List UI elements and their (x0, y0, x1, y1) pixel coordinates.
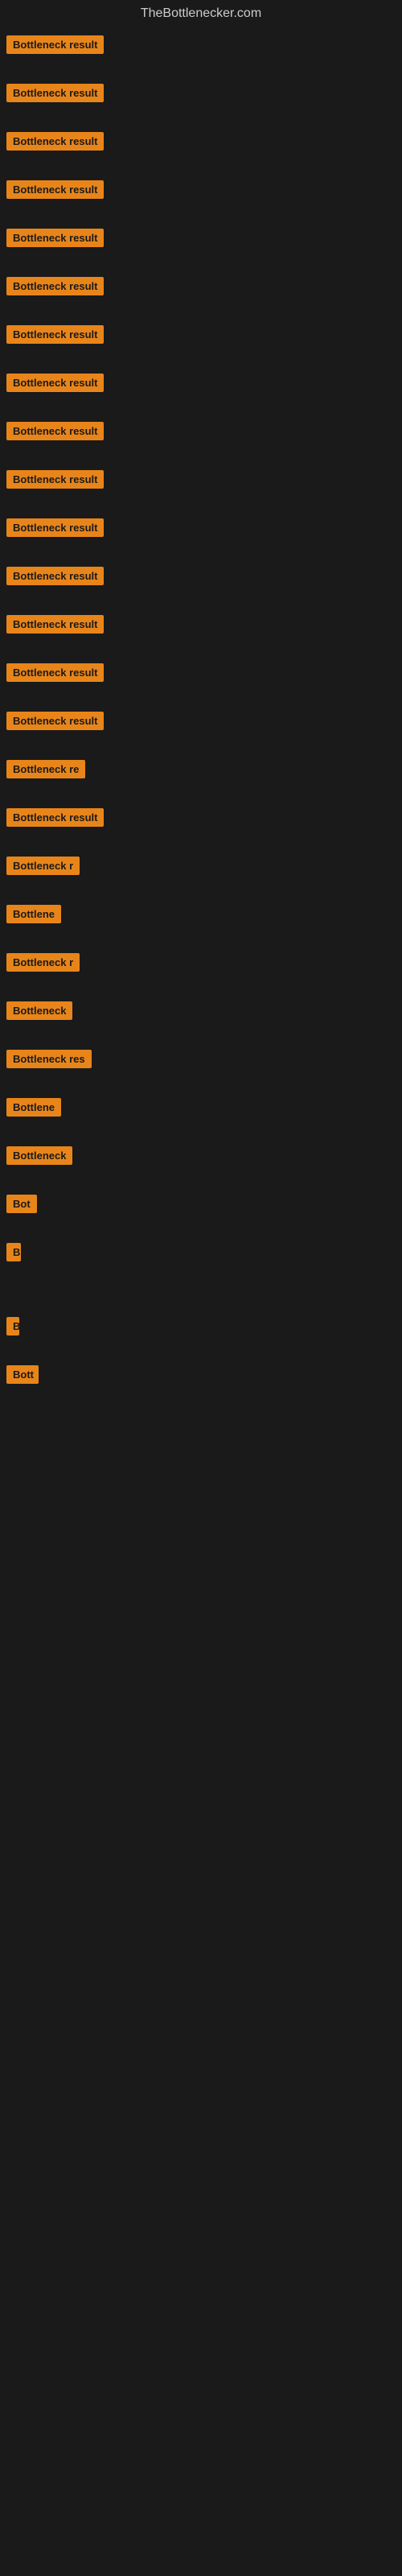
bottleneck-badge[interactable]: Bottleneck result (6, 567, 104, 585)
bottleneck-badge[interactable]: Bottleneck result (6, 712, 104, 730)
list-item: Bottleneck result (6, 365, 402, 399)
bottleneck-badge[interactable]: Bottleneck result (6, 229, 104, 247)
bottleneck-badge[interactable]: Bot (6, 1195, 37, 1213)
list-item (6, 1406, 402, 1417)
bottleneck-badge[interactable]: B (6, 1317, 19, 1335)
bottleneck-badge[interactable]: Bottlene (6, 905, 61, 923)
list-item: Bottleneck result (6, 655, 402, 689)
list-item: Bottlene (6, 1090, 402, 1124)
bottleneck-badge[interactable]: Bott (6, 1365, 39, 1384)
list-item: Bottleneck result (6, 510, 402, 544)
bottleneck-badge[interactable]: Bottlene (6, 1098, 61, 1117)
bottleneck-badge[interactable]: Bottleneck res (6, 1050, 92, 1068)
bottleneck-badge[interactable]: Bottleneck result (6, 84, 104, 102)
list-item (6, 1483, 402, 1494)
bottleneck-badge[interactable]: Bottleneck result (6, 374, 104, 392)
bottleneck-badge[interactable]: Bottleneck (6, 1001, 72, 1020)
list-item: B (6, 1309, 402, 1343)
list-item: Bottleneck r (6, 945, 402, 979)
bottleneck-badge[interactable]: Bottleneck r (6, 857, 80, 875)
bottleneck-badge[interactable]: Bottleneck result (6, 35, 104, 54)
bottleneck-badge[interactable]: Bottleneck (6, 1146, 72, 1165)
bottleneck-badge[interactable]: Bottleneck result (6, 470, 104, 489)
list-item: Bott (6, 1357, 402, 1391)
bottleneck-badge[interactable]: Bottleneck result (6, 180, 104, 199)
list-item: Bottleneck result (6, 317, 402, 351)
list-item: Bottleneck result (6, 800, 402, 834)
list-item: Bottleneck result (6, 462, 402, 496)
list-item: Bot (6, 1187, 402, 1220)
bottleneck-badge[interactable]: B (6, 1243, 21, 1261)
site-title-container: TheBottlenecker.com (0, 0, 402, 27)
bottleneck-badge[interactable]: Bottleneck result (6, 615, 104, 634)
bottleneck-badge[interactable]: Bottleneck r (6, 953, 80, 972)
list-item: Bottleneck result (6, 607, 402, 641)
list-item: Bottleneck r (6, 848, 402, 882)
list-item: Bottleneck res (6, 1042, 402, 1075)
list-item: Bottleneck (6, 1138, 402, 1172)
bottleneck-badge[interactable]: Bottleneck result (6, 277, 104, 295)
list-item (6, 1283, 402, 1294)
site-title: TheBottlenecker.com (0, 0, 402, 27)
bottleneck-list: Bottleneck result Bottleneck result Bottle… (0, 27, 402, 1494)
list-item (6, 1457, 402, 1468)
list-item: Bottleneck result (6, 27, 402, 61)
bottleneck-badge[interactable]: Bottleneck result (6, 325, 104, 344)
list-item: B (6, 1235, 402, 1269)
bottleneck-badge[interactable]: Bottleneck result (6, 132, 104, 151)
bottleneck-badge[interactable]: Bottleneck result (6, 422, 104, 440)
bottleneck-badge[interactable]: Bottleneck re (6, 760, 85, 778)
list-item: Bottleneck result (6, 269, 402, 303)
list-item: Bottleneck result (6, 172, 402, 206)
bottleneck-badge[interactable]: Bottleneck result (6, 518, 104, 537)
list-item: Bottleneck result (6, 559, 402, 592)
list-item: Bottleneck result (6, 414, 402, 448)
list-item (6, 1431, 402, 1443)
list-item: Bottleneck (6, 993, 402, 1027)
list-item: Bottleneck result (6, 124, 402, 158)
bottleneck-badge[interactable]: Bottleneck result (6, 663, 104, 682)
list-item: Bottleneck result (6, 76, 402, 109)
bottleneck-badge[interactable]: Bottleneck result (6, 808, 104, 827)
list-item: Bottleneck result (6, 704, 402, 737)
list-item: Bottleneck re (6, 752, 402, 786)
list-item: Bottlene (6, 897, 402, 931)
list-item: Bottleneck result (6, 221, 402, 254)
